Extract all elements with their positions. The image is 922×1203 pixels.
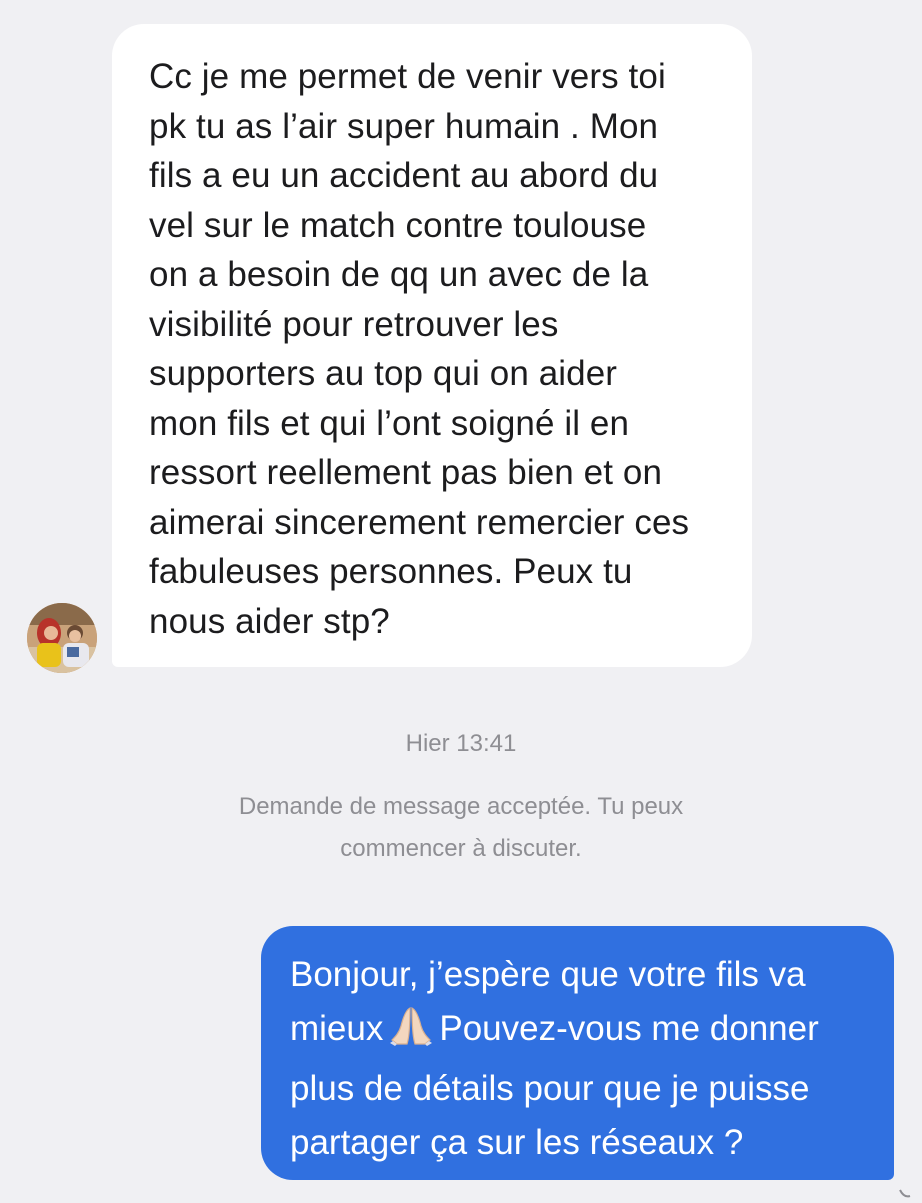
folded-hands-icon xyxy=(389,1006,433,1062)
message-line: fabuleuses personnes. Peux tu xyxy=(149,552,633,591)
message-line: vel sur le match contre toulouse xyxy=(149,205,647,245)
notice-line: commencer à discuter. xyxy=(340,835,582,862)
message-line: visibilité pour retrouver les xyxy=(149,304,559,344)
message-line: Bonjour, j’espère que votre fils va xyxy=(290,955,806,994)
avatar-photo xyxy=(27,603,97,673)
notice-line: Demande de message acceptée. Tu peux xyxy=(238,793,684,820)
message-line: mon fils et qui l’ont soigné il en xyxy=(149,403,630,443)
message-line: nous aider stp? xyxy=(149,601,390,641)
message-timestamp: Hier 13:41 xyxy=(405,730,517,757)
request-accepted-notice: Demande de message acceptée. Tu peux com… xyxy=(0,786,922,870)
message-line: aimerai sincerement remercier ces xyxy=(149,502,690,542)
conversation-view: Cc je me permet de venir vers toi pk tu … xyxy=(0,0,922,1200)
message-line: on a besoin de qq un avec de la xyxy=(149,255,649,294)
message-line: mieux Pouvez-vous me donner xyxy=(290,1002,874,1062)
message-line: pk tu as l’air super humain . Mon xyxy=(149,106,659,146)
message-line: plus de détails pour que je puisse xyxy=(290,1069,810,1108)
incoming-message-bubble[interactable]: Cc je me permet de venir vers toi pk tu … xyxy=(112,24,752,667)
avatar[interactable] xyxy=(27,603,97,673)
message-fragment: mieux xyxy=(290,1009,384,1048)
message-line: supporters au top qui on aider xyxy=(149,354,618,393)
message-fragment: Pouvez-vous me donner xyxy=(439,1009,819,1048)
read-receipt-icon xyxy=(898,1186,922,1200)
message-line: partager ça sur les réseaux ? xyxy=(290,1123,744,1162)
message-line: Cc je me permet de venir vers toi xyxy=(149,57,666,96)
outgoing-message-bubble[interactable]: Bonjour, j’espère que votre fils va mieu… xyxy=(261,926,894,1180)
message-line: fils a eu un accident au abord du xyxy=(149,156,659,195)
message-line: ressort reellement pas bien et on xyxy=(149,453,663,492)
